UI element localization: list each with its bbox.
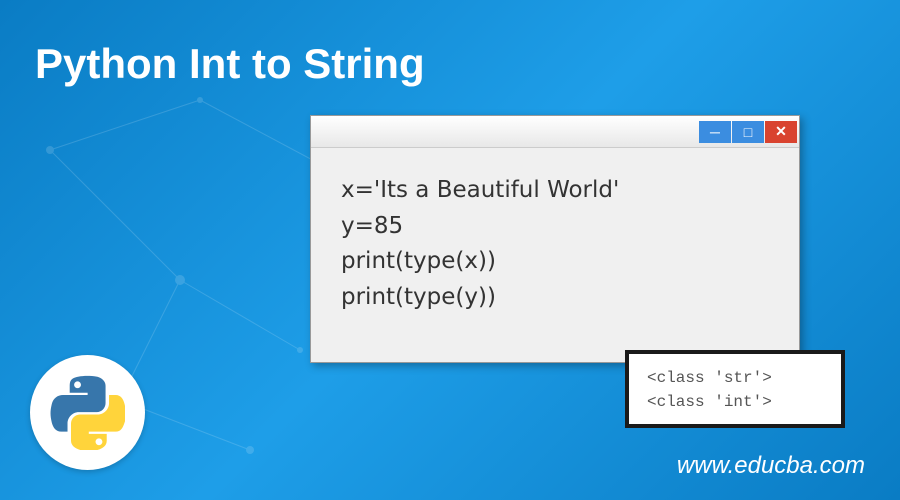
close-button[interactable]: ✕ [765, 121, 797, 143]
close-icon: ✕ [775, 123, 787, 140]
code-line: print(type(y)) [341, 280, 769, 316]
minimize-button[interactable]: ─ [699, 121, 731, 143]
maximize-icon: □ [744, 124, 752, 140]
output-line: <class 'int'> [647, 390, 823, 414]
code-editor-window: ─ □ ✕ x='Its a Beautiful World' y=85 pri… [310, 115, 800, 363]
output-line: <class 'str'> [647, 366, 823, 390]
page-title: Python Int to String [35, 40, 425, 88]
python-logo-badge [30, 355, 145, 470]
website-url: www.educba.com [677, 452, 865, 480]
code-line: y=85 [341, 209, 769, 245]
python-logo-icon [50, 375, 125, 450]
code-line: print(type(x)) [341, 244, 769, 280]
code-line: x='Its a Beautiful World' [341, 173, 769, 209]
output-console: <class 'str'> <class 'int'> [625, 350, 845, 428]
code-content-area: x='Its a Beautiful World' y=85 print(typ… [311, 148, 799, 341]
window-titlebar: ─ □ ✕ [311, 116, 799, 148]
maximize-button[interactable]: □ [732, 121, 764, 143]
minimize-icon: ─ [710, 124, 720, 140]
